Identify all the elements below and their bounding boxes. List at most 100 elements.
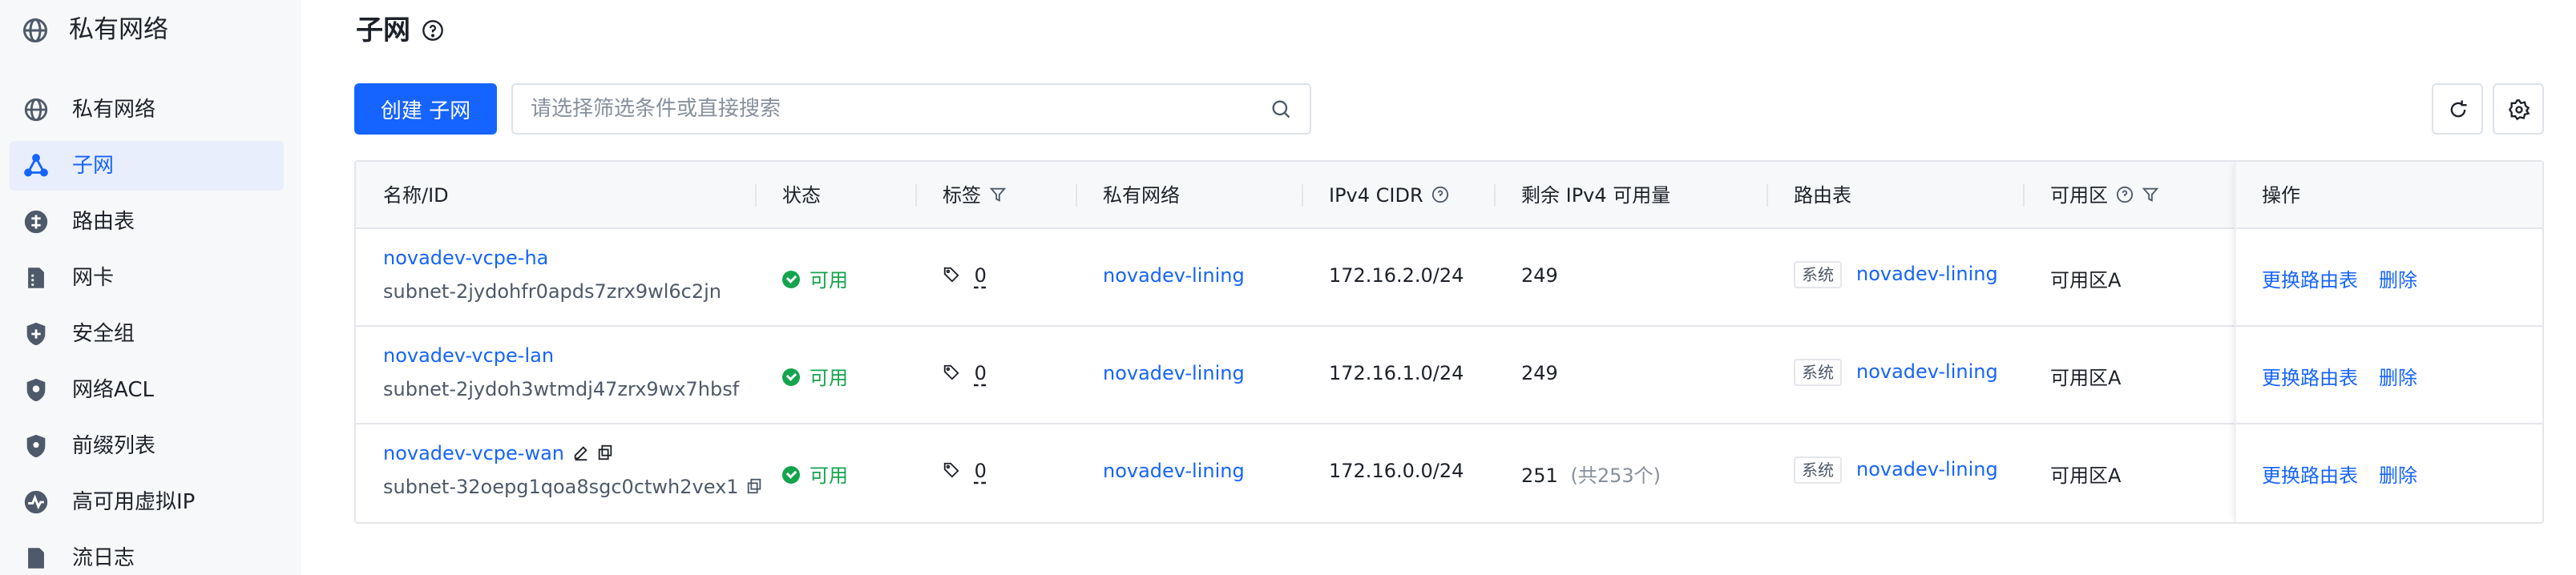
status-cell: 可用: [782, 362, 848, 390]
sidebar-item-vpc[interactable]: 私有网络: [10, 85, 284, 135]
network-acl-icon: [26, 378, 46, 402]
vpc-link[interactable]: novadev-lining: [1103, 362, 1245, 384]
col-header-cidr: IPv4 CIDR: [1329, 162, 1449, 229]
column-divider: [1766, 184, 1768, 207]
ha-vip-icon: [24, 490, 48, 514]
available-ip-count: 249: [1521, 362, 1558, 384]
tag-icon: [943, 462, 959, 478]
sidebar-item-label: 高可用虚拟IP: [72, 490, 196, 514]
route-table-icon: [24, 210, 48, 234]
tag-count[interactable]: 0: [975, 460, 987, 482]
tag-icon: [943, 267, 959, 283]
tag-icon: [943, 364, 959, 380]
available-ip-count: 251 (共253个): [1521, 460, 1661, 488]
sidebar-item-network-acl[interactable]: 网络ACL: [10, 365, 284, 415]
available-value: 249: [1521, 362, 1558, 384]
zone-value: 可用区A: [2050, 269, 2122, 292]
help-icon[interactable]: [1431, 186, 1449, 203]
check-circle-icon: [782, 466, 800, 484]
sidebar-item-subnet[interactable]: 子网: [10, 141, 284, 191]
subnet-id: subnet-32oepg1qoa8sgc0ctwh2vex1: [383, 476, 739, 498]
create-subnet-button[interactable]: 创建 子网: [354, 83, 497, 135]
subnet-name-link[interactable]: novadev-vcpe-lan: [383, 344, 554, 367]
copy-icon[interactable]: [745, 477, 763, 495]
help-icon[interactable]: [422, 19, 444, 42]
check-circle-icon: [782, 368, 800, 386]
route-table-link[interactable]: novadev-lining: [1856, 458, 1998, 481]
tag-count[interactable]: 0: [975, 362, 987, 384]
refresh-button[interactable]: [2432, 83, 2483, 135]
route-table-link[interactable]: novadev-lining: [1856, 263, 1998, 285]
col-header-zone-label: 可用区: [2050, 184, 2108, 207]
globe-icon: [23, 18, 47, 42]
col-header-cidr-label: IPv4 CIDR: [1329, 184, 1423, 207]
filter-icon[interactable]: [989, 186, 1007, 203]
actions-column-shadow: [2235, 162, 2542, 522]
column-divider: [2023, 184, 2025, 207]
cidr-value: 172.16.1.0/24: [1329, 362, 1464, 384]
sidebar-item-label: 前缀列表: [72, 434, 156, 458]
vpc-link[interactable]: novadev-lining: [1103, 264, 1245, 287]
col-header-tags-label: 标签: [943, 184, 981, 207]
settings-button[interactable]: [2493, 83, 2544, 135]
col-header-zone: 可用区: [2050, 162, 2159, 229]
sidebar-item-label: 流日志: [72, 546, 135, 570]
subnet-name-cell: novadev-vcpe-wan: [383, 442, 614, 464]
sidebar-item-label: 路由表: [72, 210, 135, 234]
col-header-name: 名称/ID: [383, 184, 449, 207]
route-table-cell: 系统 novadev-lining: [1794, 261, 1998, 288]
table-header: 名称/ID 状态 标签 私有网络 IPv4 CIDR 剩余 IPv4 可用量 路…: [356, 162, 2542, 229]
route-table-link[interactable]: novadev-lining: [1856, 360, 1998, 383]
sidebar-item-label: 子网: [72, 154, 115, 178]
subnet-name-link[interactable]: novadev-vcpe-wan: [383, 442, 564, 464]
cidr-value: 172.16.0.0/24: [1329, 460, 1464, 482]
tag-cell[interactable]: 0: [943, 264, 987, 287]
col-header-tags: 标签: [943, 162, 1007, 229]
tag-cell[interactable]: 0: [943, 460, 987, 482]
tag-cell[interactable]: 0: [943, 362, 987, 384]
route-table-cell: 系统 novadev-lining: [1794, 456, 1998, 484]
column-divider: [1076, 184, 1077, 207]
check-circle-icon: [782, 271, 800, 288]
search-input[interactable]: [531, 85, 1252, 133]
filter-icon[interactable]: [2142, 186, 2159, 203]
subnet-icon: [24, 154, 48, 177]
sidebar-item-ha-vip[interactable]: 高可用虚拟IP: [10, 477, 284, 527]
sidebar-item-prefix-list[interactable]: 前缀列表: [10, 421, 284, 471]
sidebar-title: 私有网络: [69, 15, 168, 44]
available-value: 249: [1521, 264, 1558, 287]
sidebar-item-route-table[interactable]: 路由表: [10, 197, 284, 247]
subnet-id-cell: subnet-32oepg1qoa8sgc0ctwh2vex1: [383, 476, 763, 498]
gear-icon: [2508, 99, 2530, 121]
vpc-link[interactable]: novadev-lining: [1103, 460, 1245, 482]
sidebar-item-security-group[interactable]: 安全组: [10, 309, 284, 359]
available-total: (共253个): [1570, 464, 1661, 487]
status-text: 可用: [810, 464, 848, 487]
col-header-route-table: 路由表: [1794, 184, 1851, 207]
col-header-vpc: 私有网络: [1103, 184, 1180, 207]
help-icon[interactable]: [2116, 186, 2134, 203]
edit-icon[interactable]: [572, 444, 590, 461]
search-icon[interactable]: [1270, 98, 1292, 120]
sidebar-item-label: 网卡: [72, 266, 115, 290]
zone-value: 可用区A: [2050, 464, 2122, 487]
copy-icon[interactable]: [596, 444, 614, 461]
subnet-id: subnet-2jydohfr0apds7zrx9wl6c2jn: [383, 280, 722, 303]
refresh-icon: [2450, 100, 2467, 118]
column-divider: [755, 184, 757, 207]
column-divider: [915, 184, 917, 207]
tag-count[interactable]: 0: [975, 264, 987, 287]
sidebar-item-flow-log[interactable]: 流日志: [10, 533, 284, 575]
column-divider: [1494, 184, 1496, 207]
sidebar-item-nic[interactable]: 网卡: [10, 253, 284, 303]
table-row: novadev-vcpe-ha subnet-2jydohfr0apds7zrx…: [356, 229, 2542, 327]
column-divider: [1302, 184, 1303, 207]
subnet-id: subnet-2jydoh3wtmdj47zrx9wx7hbsf: [383, 378, 740, 400]
subnet-name-link[interactable]: novadev-vcpe-ha: [383, 247, 548, 269]
security-group-icon: [26, 322, 46, 346]
sidebar-item-label: 私有网络: [72, 98, 156, 122]
col-header-available: 剩余 IPv4 可用量: [1521, 184, 1671, 207]
status-text: 可用: [810, 269, 848, 292]
col-header-status: 状态: [782, 184, 821, 207]
sidebar-item-label: 网络ACL: [72, 378, 154, 402]
